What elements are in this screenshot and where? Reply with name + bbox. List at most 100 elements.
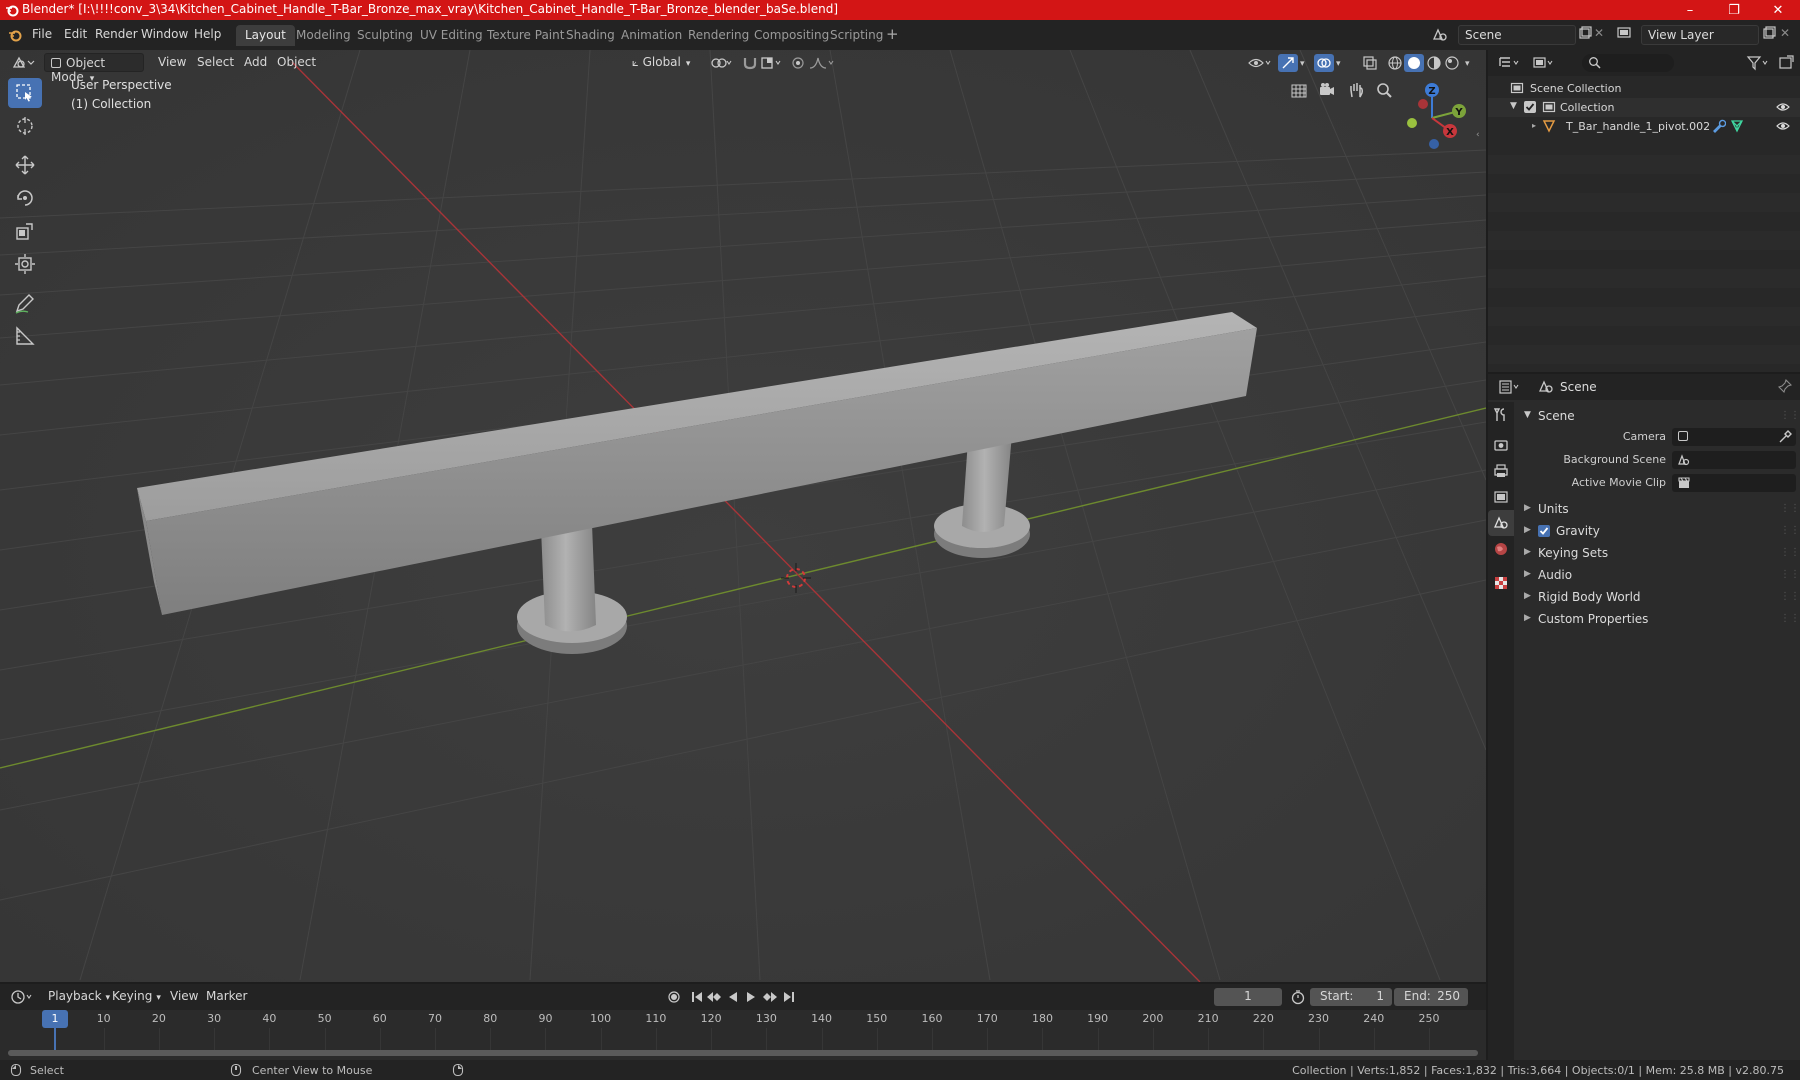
outliner-editor-type-icon[interactable] (1498, 55, 1524, 71)
timeline-menu-view[interactable]: View (164, 987, 204, 1006)
wireframe-shading-icon[interactable] (1387, 55, 1403, 71)
drag-handle-icon[interactable]: ⋮⋮ (1780, 503, 1800, 514)
select-box-tool[interactable] (8, 78, 42, 108)
cursor-tool[interactable] (8, 111, 42, 141)
3d-viewport[interactable]: Object Mode ▾ View Select Add Object ⟀ Glo… (0, 50, 1486, 982)
tab-tool[interactable] (1488, 402, 1514, 428)
material-preview-icon[interactable] (1426, 55, 1442, 71)
record-button[interactable] (666, 990, 682, 1004)
transform-orientation-dropdown[interactable]: ⟀ Global ▾ (626, 53, 698, 72)
current-frame-field[interactable]: 1 (1214, 988, 1282, 1006)
visibility-selectability-icon[interactable] (1248, 55, 1274, 71)
menu-window[interactable]: Window (141, 27, 188, 41)
jump-to-start-button[interactable] (690, 990, 704, 1004)
timeline-editor-type-icon[interactable] (10, 989, 36, 1005)
menu-edit[interactable]: Edit (64, 27, 87, 41)
active-movie-clip-field[interactable] (1672, 474, 1796, 492)
proportional-falloff-icon[interactable] (808, 55, 838, 71)
units-panel[interactable]: ▶ Units ⋮⋮ (1518, 500, 1800, 520)
toggle-view-grid-icon[interactable] (1290, 81, 1308, 99)
move-tool[interactable] (8, 150, 42, 180)
tab-scripting[interactable]: Scripting (821, 25, 892, 46)
gizmo-dropdown-icon[interactable]: ▾ (1300, 59, 1305, 69)
menu-render[interactable]: Render (95, 27, 138, 41)
tab-layout[interactable]: Layout (236, 25, 295, 46)
snap-target-icon[interactable] (760, 55, 784, 71)
camera-field[interactable] (1672, 428, 1796, 446)
outliner-row-scene-collection[interactable]: Scene Collection (1488, 79, 1800, 98)
timeline-menu-playback[interactable]: Playback ▾ (42, 987, 116, 1006)
gizmo-neg-y-ball[interactable] (1407, 118, 1417, 128)
timeline-menu-marker[interactable]: Marker (200, 987, 253, 1006)
expand-collection-icon[interactable]: ▼ (1510, 101, 1517, 111)
timeline-scrollbar-thumb[interactable] (8, 1050, 1478, 1056)
maximize-button[interactable]: ❐ (1712, 0, 1756, 20)
gizmo-neg-x-ball[interactable] (1418, 99, 1428, 109)
outliner-search-input[interactable] (1582, 54, 1674, 72)
camera-view-icon[interactable] (1318, 81, 1336, 99)
navigation-gizmo[interactable]: Z Y X (1395, 78, 1475, 158)
jump-to-end-button[interactable] (782, 990, 796, 1004)
sidebar-toggle-icon[interactable]: ‹ (1476, 130, 1480, 140)
transform-tool[interactable] (8, 249, 42, 279)
drag-handle-icon[interactable]: ⋮⋮ (1780, 525, 1800, 536)
outliner-row-collection[interactable]: ▼ Collection (1488, 98, 1800, 117)
eyedropper-icon[interactable] (1778, 430, 1792, 444)
rotate-tool[interactable] (8, 183, 42, 213)
editor-type-icon[interactable] (12, 55, 36, 71)
scene-selector[interactable]: Scene (1458, 25, 1576, 45)
timeline-frame-area[interactable]: 10 20 30 40 50 60 70 80 90 100 110 120 130 140 150 160 1… (0, 1010, 1486, 1060)
object-mode-dropdown[interactable]: Object Mode ▾ (44, 53, 144, 84)
jump-to-keyframe-forward-button[interactable] (762, 990, 778, 1004)
tab-texture[interactable] (1488, 570, 1514, 596)
playhead-frame-indicator[interactable]: 1 (42, 1010, 68, 1028)
rigid-body-world-panel[interactable]: ▶ Rigid Body World ⋮⋮ (1518, 588, 1800, 608)
show-gizmo-icon[interactable] (1278, 54, 1298, 72)
gravity-panel[interactable]: ▶ Gravity ⋮⋮ (1518, 522, 1800, 542)
delete-view-layer-icon[interactable]: ✕ (1780, 26, 1790, 40)
viewport-menu-select[interactable]: Select (191, 53, 240, 72)
new-collection-icon[interactable] (1778, 55, 1794, 71)
scale-tool[interactable] (8, 216, 42, 246)
audio-panel[interactable]: ▶ Audio ⋮⋮ (1518, 566, 1800, 586)
close-button[interactable]: ✕ (1756, 0, 1800, 20)
menu-help[interactable]: Help (194, 27, 221, 41)
rendered-shading-icon[interactable] (1444, 55, 1460, 71)
viewport-menu-object[interactable]: Object (271, 53, 322, 72)
menu-file[interactable]: File (32, 27, 52, 41)
tab-render[interactable] (1488, 432, 1514, 458)
outliner-row-object[interactable]: ▸ T_Bar_handle_1_pivot.002 (1488, 117, 1800, 136)
viewport-menu-add[interactable]: Add (238, 53, 273, 72)
new-scene-icon[interactable] (1578, 26, 1592, 40)
show-overlays-icon[interactable] (1314, 54, 1334, 72)
tab-view-layer[interactable] (1488, 484, 1514, 510)
delete-scene-icon[interactable]: ✕ (1594, 26, 1604, 40)
drag-handle-icon[interactable]: ⋮⋮ (1780, 569, 1800, 580)
filter-icon[interactable] (1746, 55, 1772, 71)
drag-handle-icon[interactable]: ⋮⋮ (1780, 410, 1800, 421)
annotate-tool[interactable] (8, 288, 42, 318)
pivot-point-icon[interactable] (710, 55, 734, 71)
modifier-wrench-icon[interactable] (1712, 119, 1726, 133)
keying-sets-panel[interactable]: ▶ Keying Sets ⋮⋮ (1518, 544, 1800, 564)
new-view-layer-icon[interactable] (1762, 26, 1776, 40)
drag-handle-icon[interactable]: ⋮⋮ (1780, 613, 1800, 624)
pin-icon[interactable] (1778, 379, 1792, 393)
eye-icon[interactable] (1776, 101, 1790, 113)
minimize-button[interactable]: – (1668, 0, 1712, 20)
measure-tool[interactable] (8, 321, 42, 351)
collection-checkbox[interactable] (1524, 101, 1536, 113)
properties-editor-type-icon[interactable] (1498, 379, 1524, 395)
viewport-menu-view[interactable]: View (152, 53, 192, 72)
drag-handle-icon[interactable]: ⋮⋮ (1780, 547, 1800, 558)
background-scene-field[interactable] (1672, 451, 1796, 469)
drag-handle-icon[interactable]: ⋮⋮ (1780, 591, 1800, 602)
zoom-view-icon[interactable] (1375, 81, 1393, 99)
timeline-menu-keying[interactable]: Keying ▾ (106, 987, 167, 1006)
tab-output[interactable] (1488, 458, 1514, 484)
end-frame-field[interactable]: End: 250 (1394, 988, 1468, 1006)
proportional-editing-icon[interactable] (790, 55, 806, 71)
gravity-checkbox[interactable] (1538, 525, 1550, 537)
tab-world[interactable] (1488, 536, 1514, 562)
stopwatch-icon[interactable] (1290, 989, 1306, 1005)
